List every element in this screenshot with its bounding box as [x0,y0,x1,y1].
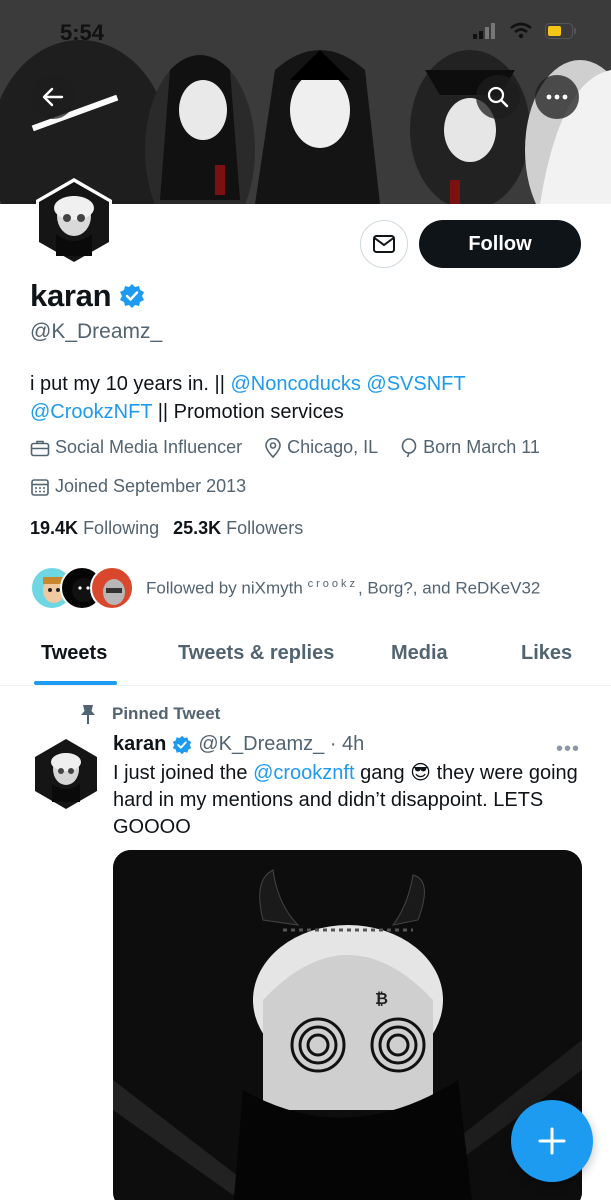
follow-stats: 19.4K Following 25.3K Followers [30,518,303,539]
tweet-text-mid: gang [354,762,411,784]
pinned-tweet-label: Pinned Tweet [78,703,220,725]
follow-button[interactable]: Follow [419,220,581,268]
bio-text-suffix: || Promotion services [152,401,344,423]
pin-icon [81,705,95,724]
followers-link[interactable]: 25.3K Followers [173,518,303,539]
compose-tweet-button[interactable] [511,1100,593,1182]
bio-text-prefix: i put my 10 years in. || [30,373,231,395]
followed-by-prefix: Followed by niXmyth [146,578,308,598]
birthday-text: Born March 11 [423,437,540,457]
status-bar: 5:54 [0,0,611,66]
active-tab-indicator [34,681,117,685]
followed-by-suffix: , Borg?, and ReDKeV32 [357,578,541,598]
profile-handle: @K_Dreamz_ [30,320,163,343]
following-link[interactable]: 19.4K Following [30,518,159,539]
profile-joined: Joined September 2013 [30,476,246,497]
wifi-icon [510,22,532,39]
followed-by-superscript: crookz [307,577,358,590]
location-icon [265,437,281,458]
status-icons [473,22,577,40]
joined-text: Joined September 2013 [55,476,247,496]
profile-birthday: Born March 11 [400,437,540,458]
profile-category: Social Media Influencer [30,437,242,458]
profile-meta-row-2: Joined September 2013 [30,476,246,497]
followed-by-text: Followed by niXmyth crookz, Borg?, and R… [146,578,540,599]
tweet-handle-time: @K_Dreamz_ · 4h [198,733,365,755]
profile-name-row: karan [30,278,145,314]
tab-tweets[interactable]: Tweets [41,642,107,665]
search-button[interactable] [476,75,520,119]
tweet-text: I just joined the @crookznft gang 😎 they… [113,760,593,841]
profile-bio: i put my 10 years in. || @Noncoducks @SV… [30,370,590,426]
tweet-header: karan @K_Dreamz_ · 4h [113,733,364,756]
cellular-signal-icon [473,23,495,39]
compose-plus-icon [538,1127,566,1155]
sunglasses-emoji: 😎 [410,762,432,784]
profile-banner[interactable]: 5:54 [0,0,611,204]
briefcase-icon [30,440,50,456]
more-icon [546,94,568,100]
mention-svsnft[interactable]: @SVSNFT [366,373,465,395]
balloon-icon [401,437,417,457]
tweet-text-before: I just joined the [113,762,254,784]
mention-crookznft[interactable]: @CrookzNFT [30,401,152,423]
back-button[interactable] [31,75,75,119]
mention-noncoducks[interactable]: @Noncoducks [230,373,360,395]
display-name: karan [30,278,112,313]
tab-media[interactable]: Media [391,642,448,665]
verified-icon [120,284,145,308]
search-icon [487,86,509,108]
tweet-more-button[interactable]: ••• [556,738,580,761]
more-options-button[interactable] [535,75,579,119]
location-text: Chicago, IL [287,437,379,457]
status-time: 5:54 [60,20,105,45]
verified-icon [173,735,192,754]
profile-meta-row-1: Social Media Influencer Chicago, IL Born… [30,437,540,458]
follower-avatar-3 [90,566,134,610]
tab-tweets-replies[interactable]: Tweets & replies [178,642,334,665]
profile-tabs: Tweets Tweets & replies Media Likes [0,624,611,686]
followers-label: Followers [226,518,304,538]
profile-location: Chicago, IL [264,437,378,458]
following-label: Following [83,518,160,538]
followers-count: 25.3K [173,518,222,538]
profile-avatar[interactable] [28,176,120,268]
followed-by-avatars [30,566,134,610]
tweet-author-avatar[interactable] [30,738,102,810]
back-arrow-icon [42,87,64,107]
message-button[interactable] [360,220,408,268]
battery-icon [545,23,576,39]
pinned-tweet-text: Pinned Tweet [112,704,221,723]
mention-crookznft-tweet[interactable]: @crookznft [253,762,354,784]
svg-text:₿: ₿ [375,989,388,1008]
mail-icon [373,235,395,253]
calendar-icon [31,478,49,496]
followed-by-row[interactable]: Followed by niXmyth crookz, Borg?, and R… [30,566,540,610]
category-text: Social Media Influencer [55,437,243,457]
tab-likes[interactable]: Likes [521,642,572,665]
following-count: 19.4K [30,518,79,538]
tweet-author-name[interactable]: karan [113,733,166,756]
